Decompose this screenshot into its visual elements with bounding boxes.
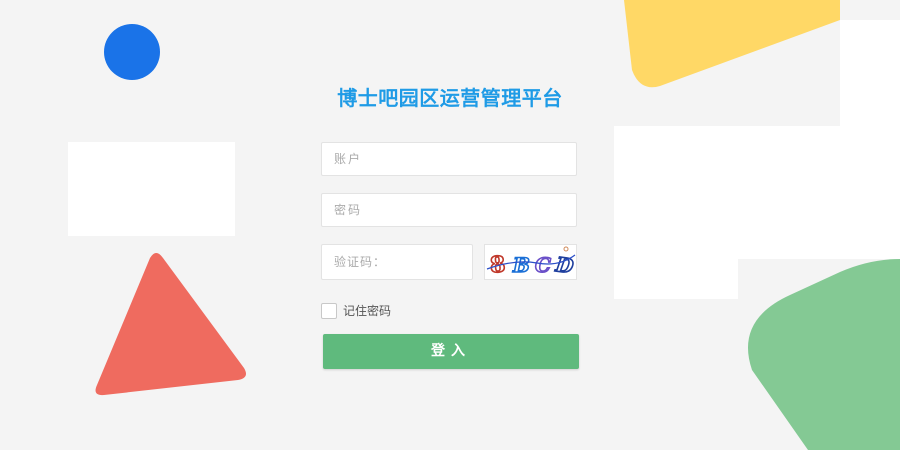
decorative-yellow-shape <box>624 0 840 88</box>
remember-checkbox[interactable] <box>321 303 337 319</box>
captcha-image[interactable]: 8 B C D <box>484 244 577 280</box>
captcha-char-1: 8 <box>489 251 506 278</box>
decorative-red-triangle <box>95 253 246 396</box>
captcha-char-2: B <box>512 253 530 277</box>
captcha-input[interactable]: 验证码： <box>321 244 473 280</box>
captcha-graphic: 8 B C D <box>486 246 576 279</box>
login-button[interactable]: 登入 <box>323 334 579 369</box>
captcha-noise-dot <box>563 246 569 252</box>
captcha-placeholder: 验证码： <box>334 255 387 269</box>
password-placeholder: 密码 <box>334 203 363 217</box>
password-input[interactable]: 密码 <box>321 193 577 227</box>
captcha-char-3: C <box>535 253 551 277</box>
account-input[interactable]: 账户 <box>321 142 577 176</box>
captcha-char-4: D <box>553 252 575 278</box>
account-placeholder: 账户 <box>334 152 363 166</box>
decorative-green-shape <box>747 259 900 450</box>
remember-label: 记住密码 <box>343 304 392 318</box>
page-title: 博士吧园区运营管理平台 <box>337 86 563 110</box>
